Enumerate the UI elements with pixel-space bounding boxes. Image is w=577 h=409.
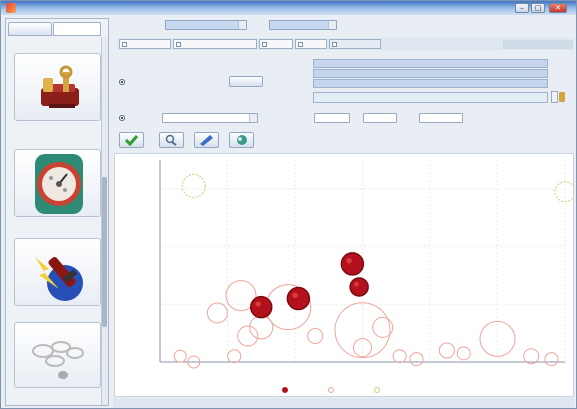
title-bar: – □ ✕ [1,1,576,15]
field4-input[interactable] [363,113,397,123]
field5-input[interactable] [419,113,463,123]
tab-strip-fill [503,40,573,49]
bubble-point [307,328,324,345]
plot-tab-5[interactable] [329,39,381,49]
left-scrollbar[interactable] [101,37,108,405]
spinner[interactable] [551,91,558,103]
bubble-point [523,348,540,365]
left-scroll-thumb[interactable] [102,177,107,327]
info-box [313,59,565,109]
bubble-highlight [354,282,359,287]
chevron-down-icon [328,21,336,29]
tile-caption-0 [10,40,102,48]
bubble-point [227,349,242,364]
tile-bubbles[interactable] [14,322,101,388]
checkbox[interactable] [298,42,303,47]
apply-button[interactable] [119,132,144,148]
edit-button[interactable] [194,132,219,148]
plot-tab-3[interactable] [259,39,293,49]
tile-caption-2 [10,220,102,228]
tile-caption-1 [10,124,102,132]
checkbox[interactable] [332,42,337,47]
tile-tools[interactable] [14,53,101,121]
bubble-point [181,173,206,198]
bubble-point [286,286,311,311]
bubble-point [206,302,228,324]
bubble-point [340,252,365,276]
left-tab-2[interactable] [53,22,101,36]
bubble-point [409,352,424,367]
check-icon [124,135,139,147]
field3-input[interactable] [314,113,350,123]
bubble-point [173,349,187,363]
close-button[interactable]: ✕ [549,3,567,13]
field1-select[interactable] [165,20,247,30]
field2-select[interactable] [269,20,337,30]
tile-warning[interactable] [14,238,101,306]
chevron-down-icon [238,21,246,29]
bubble-highlight [292,292,298,298]
app-window: – □ ✕ [0,0,577,409]
bubble-point [456,346,471,361]
checkbox[interactable] [122,42,127,47]
bubble-highlight [346,257,352,264]
info-value-1 [313,69,548,78]
bubble-point [392,349,407,364]
globe-icon [237,135,247,145]
minimize-button[interactable]: – [515,3,529,13]
maximize-button[interactable]: □ [531,3,545,13]
bubble-point [250,295,273,319]
bubble-chart [114,153,576,397]
warning-icon [35,256,83,301]
plot-tabs [117,38,574,50]
pencil-icon [200,135,213,146]
left-tab-1[interactable] [8,22,52,36]
info-value-3 [313,92,548,103]
radio-2[interactable] [119,115,125,121]
bubble-point [479,320,516,357]
chevron-down-icon [249,114,257,122]
legend-swatch [374,387,380,393]
tile-gauge[interactable] [14,149,101,217]
gauge-icon [35,154,83,214]
plot-tab-1[interactable] [119,39,171,49]
pencil-icon[interactable] [559,92,565,102]
globe-button[interactable] [229,132,254,148]
checkbox[interactable] [262,42,267,47]
tile-caption-3 [10,309,102,317]
option-button[interactable] [229,76,263,87]
tools-icon [41,65,79,108]
plot-tab-2[interactable] [173,39,257,49]
chart-svg [159,160,576,393]
info-value-2 [313,79,548,88]
zoom-button[interactable] [159,132,184,148]
legend-swatch [328,387,334,393]
bubbles-icon [32,341,84,379]
info-value-0 [313,59,548,68]
bubble-point [438,342,455,359]
zoom-icon [165,134,177,146]
status-bar [113,398,574,408]
checkbox[interactable] [176,42,181,47]
plot-tab-4[interactable] [295,39,327,49]
radio-1[interactable] [119,79,125,85]
bubble-point [544,352,559,367]
option-select[interactable] [162,113,258,123]
legend-swatch [282,387,288,393]
top-toolbar [113,18,574,34]
bubble-point [554,181,576,203]
tile-caption-4 [10,391,102,399]
left-panel [5,18,109,406]
app-icon [6,3,16,13]
bubble-highlight [255,301,261,307]
bubble-point [349,277,369,297]
bubble-point [237,325,259,347]
